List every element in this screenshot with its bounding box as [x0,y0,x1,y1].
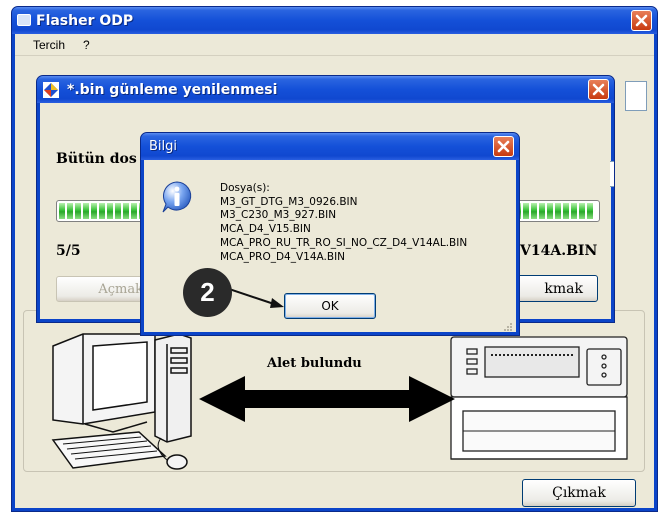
main-close-button[interactable] [631,10,652,31]
info-titlebar[interactable]: Bilgi [141,133,519,160]
update-current-file: V14A.BIN [520,243,598,259]
update-title: *.bin günleme yenilenmesi [67,81,278,98]
hidden-field [625,81,647,111]
info-line: M3_C230_M3_927.BIN [220,209,337,222]
callout-arrow [226,287,284,308]
menu-tercih[interactable]: Tercih [33,38,65,52]
menu-help[interactable]: ? [83,38,90,52]
update-close-button[interactable] [588,79,609,100]
double-arrow-icon [199,376,455,422]
close-icon [592,83,605,96]
main-titlebar[interactable]: Flasher ODP [12,7,657,34]
progress-segment [571,203,577,219]
callout-badge: 2 [183,268,232,317]
progress-segment [555,203,561,219]
progress-segment [523,203,529,219]
update-titlebar[interactable]: *.bin günleme yenilenmesi [37,76,614,103]
main-exit-button[interactable]: Çıkmak [522,479,636,507]
menu-bar: Tercih ? [15,34,654,56]
resize-grip[interactable] [502,318,512,331]
progress-segment [67,203,73,219]
progress-segment [107,203,113,219]
progress-segment [563,203,569,219]
update-label: Bütün dos [56,151,137,167]
progress-segment [547,203,553,219]
progress-segment [123,203,129,219]
info-message: Dosya(s): M3_GT_DTG_M3_0926.BIN M3_C230_… [220,182,467,264]
progress-segment [83,203,89,219]
device-icon [450,336,628,460]
close-icon [635,14,648,27]
diamond-icon [43,82,59,98]
close-icon [497,140,510,153]
progress-segment [99,203,105,219]
info-line: MCA_PRO_RU_TR_RO_SI_NO_CZ_D4_V14AL.BIN [220,236,468,249]
ok-button[interactable]: OK [284,293,376,319]
info-close-button[interactable] [493,136,514,157]
info-icon [162,181,192,213]
update-count: 5/5 [56,243,81,259]
progress-segment [531,203,537,219]
info-line: MCA_D4_V15.BIN [220,223,311,236]
info-title: Bilgi [149,139,178,154]
progress-segment [59,203,65,219]
progress-segment [75,203,81,219]
info-line: M3_GT_DTG_M3_0926.BIN [220,195,358,208]
progress-segment [579,203,585,219]
progress-segment [131,203,137,219]
main-title: Flasher ODP [36,12,134,29]
progress-segment [115,203,121,219]
update-field-edge [610,161,614,187]
info-line: Dosya(s): [220,182,270,194]
progress-segment [91,203,97,219]
progress-segment [587,203,593,219]
app-icon [17,14,31,26]
computer-icon [51,333,192,470]
device-status-label: Alet bulundu [267,356,362,371]
progress-segment [539,203,545,219]
update-exit-button[interactable]: kmak [512,275,598,302]
info-line: MCA_PRO_D4_V14A.BIN [220,250,346,263]
